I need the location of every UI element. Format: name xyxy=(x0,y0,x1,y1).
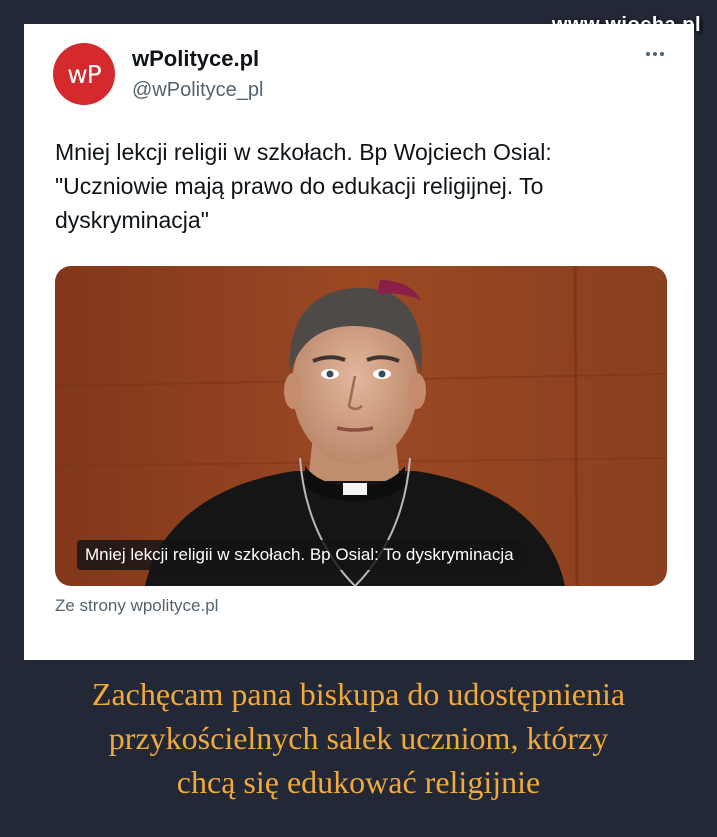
user-handle[interactable]: @wPolityce_pl xyxy=(132,79,263,102)
avatar[interactable]: wP xyxy=(53,43,115,105)
tweet-card: wP wPolityce.pl @wPolityce_pl Mniej lekc… xyxy=(24,24,694,660)
source-link[interactable]: Ze strony wpolityce.pl xyxy=(55,596,218,616)
tweet-text: Mniej lekcji religii w szkołach. Bp Wojc… xyxy=(55,139,552,233)
media-caption: Mniej lekcji religii w szkołach. Bp Osia… xyxy=(77,540,522,570)
tweet-media-image[interactable]: Mniej lekcji religii w szkołach. Bp Osia… xyxy=(55,266,667,586)
avatar-logo-text: wP xyxy=(67,59,102,89)
more-options-icon[interactable] xyxy=(646,52,664,56)
display-name[interactable]: wPolityce.pl xyxy=(132,46,259,72)
bishop-photo xyxy=(55,266,667,586)
meme-caption: Zachęcam pana biskupa do udostępnienia p… xyxy=(91,676,626,800)
